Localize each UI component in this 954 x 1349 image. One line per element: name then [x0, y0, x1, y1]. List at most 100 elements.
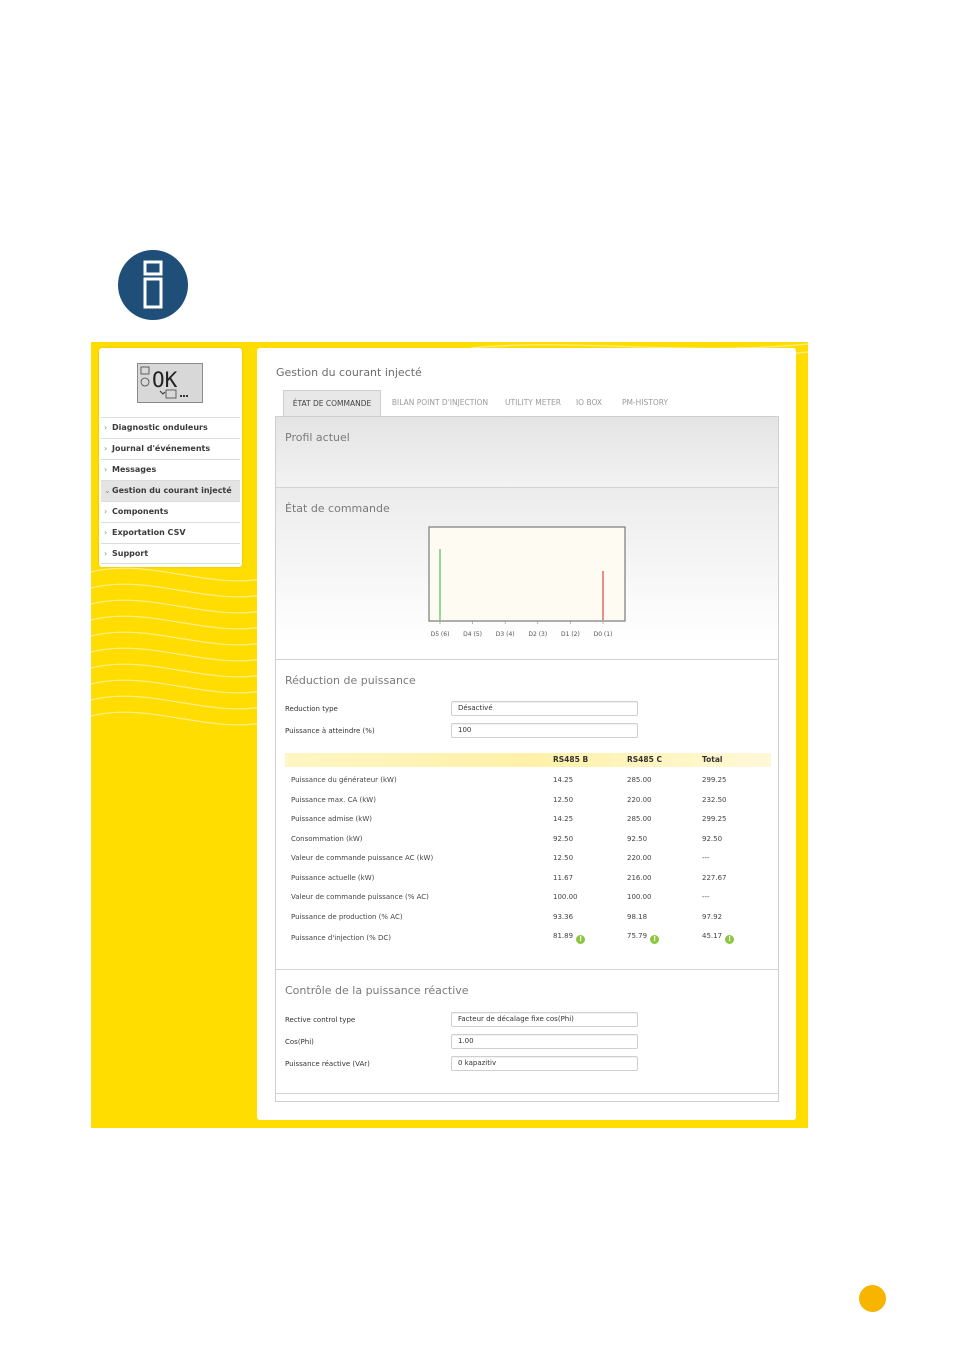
chevron-right-icon: › — [104, 465, 108, 474]
target-power-field[interactable]: 100 — [451, 723, 638, 738]
section-title: Réduction de puissance — [285, 674, 416, 687]
sidebar-item-export[interactable]: › Exportation CSV — [101, 522, 240, 543]
main-content: Gestion du courant injecté ÉTAT DE COMMA… — [257, 348, 796, 1120]
sidebar-item-diagnostic[interactable]: › Diagnostic onduleurs — [101, 417, 240, 438]
row-label: Puissance d'injection (% DC) — [291, 934, 391, 942]
tab-panel: Profil actuel État de commande D5 (6) D4 … — [275, 416, 779, 1102]
sidebar-item-components[interactable]: › Components — [101, 501, 240, 522]
warning-icon[interactable]: ! — [576, 935, 586, 944]
tab-utility-meter[interactable]: UTILITY METER — [501, 390, 565, 416]
sidebar: OK › Diagnostic onduleurs › Journal d'évén… — [99, 348, 242, 567]
cell-total: 299.25 — [702, 776, 727, 784]
control-state-chart: D5 (6) D4 (5) D3 (4) D2 (3) D1 (2) D0 (1) — [428, 526, 626, 638]
table-row: Consommation (kW) 92.50 92.50 92.50 — [285, 830, 771, 848]
cell-value: 75.79 — [627, 932, 648, 940]
cell-value: 81.89 — [553, 932, 574, 940]
sidebar-item-label: Support — [112, 549, 149, 558]
cell-rs485b: 14.25 — [553, 815, 574, 823]
row-label: Puissance de production (% AC) — [291, 913, 403, 921]
page-marker — [859, 1285, 886, 1312]
column-header-rs485b: RS485 B — [553, 755, 589, 764]
tab-bilan-point-injection[interactable]: BILAN POINT D'INJECTION — [387, 390, 493, 416]
sidebar-item-label: Journal d'événements — [112, 444, 211, 453]
cell-total: --- — [702, 893, 710, 901]
chevron-right-icon: › — [104, 528, 108, 537]
chevron-right-icon: › — [104, 444, 108, 453]
reactive-type-label: Rective control type — [285, 1016, 356, 1024]
table-row: Puissance actuelle (kW) 11.67 216.00 227… — [285, 869, 771, 887]
chart-tick-label: D2 (3) — [528, 631, 547, 638]
section-reduction: Réduction de puissance Reduction type Dé… — [276, 660, 778, 970]
chart-tick-label: D1 (2) — [561, 631, 580, 638]
cell-rs485b: 100.00 — [553, 893, 578, 901]
section-title: Profil actuel — [285, 431, 350, 444]
cell-rs485b: 81.89! — [553, 927, 586, 945]
sidebar-item-messages[interactable]: › Messages — [101, 459, 240, 480]
cell-rs485b: 92.50 — [553, 835, 574, 843]
cell-rs485c: 285.00 — [627, 815, 652, 823]
cell-rs485c: 75.79! — [627, 927, 660, 945]
table-row: Valeur de commande puissance AC (kW) 12.… — [285, 849, 771, 867]
cell-rs485c: 220.00 — [627, 854, 652, 862]
cell-total: 232.50 — [702, 796, 727, 804]
sidebar-item-label: Exportation CSV — [112, 528, 186, 537]
cell-total: 45.17! — [702, 927, 735, 945]
cos-phi-field[interactable]: 1.00 — [451, 1034, 638, 1049]
row-label: Valeur de commande puissance (% AC) — [291, 893, 429, 901]
row-label: Puissance admise (kW) — [291, 815, 372, 823]
cell-rs485c: 285.00 — [627, 776, 652, 784]
chevron-right-icon: › — [104, 549, 108, 558]
reduction-type-label: Reduction type — [285, 705, 338, 713]
sidebar-menu: › Diagnostic onduleurs › Journal d'événeme… — [101, 417, 240, 564]
info-icon — [118, 250, 188, 320]
cell-rs485c: 220.00 — [627, 796, 652, 804]
row-label: Consommation (kW) — [291, 835, 363, 843]
section-reactive: Contrôle de la puissance réactive Rectiv… — [276, 970, 778, 1094]
chart-tick-label: D5 (6) — [431, 631, 450, 638]
row-label: Puissance max. CA (kW) — [291, 796, 376, 804]
warning-icon[interactable]: ! — [725, 935, 735, 944]
cell-rs485c: 100.00 — [627, 893, 652, 901]
table-header: RS485 B RS485 C Total — [285, 753, 771, 767]
section-title: Contrôle de la puissance réactive — [285, 984, 469, 997]
cell-rs485b: 11.67 — [553, 874, 574, 882]
cell-rs485b: 93.36 — [553, 913, 574, 921]
cos-phi-label: Cos(Phi) — [285, 1038, 314, 1046]
warning-icon[interactable]: ! — [650, 935, 660, 944]
section-profil: Profil actuel — [276, 417, 778, 488]
sidebar-item-journal[interactable]: › Journal d'événements — [101, 438, 240, 459]
table-row: Puissance admise (kW) 14.25 285.00 299.2… — [285, 810, 771, 828]
sidebar-item-label: Components — [112, 507, 169, 516]
cell-total: 227.67 — [702, 874, 727, 882]
reactive-power-label: Puissance réactive (VAr) — [285, 1060, 370, 1068]
table-row: Puissance du générateur (kW) 14.25 285.0… — [285, 771, 771, 789]
lcd-ok-text: OK — [152, 368, 178, 392]
tab-bar: ÉTAT DE COMMANDE BILAN POINT D'INJECTION… — [283, 390, 779, 416]
chevron-right-icon: › — [104, 423, 108, 432]
chevron-down-icon: ⌄ — [104, 486, 111, 495]
cell-rs485c: 92.50 — [627, 835, 648, 843]
row-label: Valeur de commande puissance AC (kW) — [291, 854, 434, 862]
column-header-rs485c: RS485 C — [627, 755, 662, 764]
table-row: Puissance de production (% AC) 93.36 98.… — [285, 908, 771, 926]
row-label: Puissance du générateur (kW) — [291, 776, 397, 784]
section-etat: État de commande D5 (6) D4 (5) D3 (4) D2 (3… — [276, 488, 778, 660]
tab-etat-de-commande[interactable]: ÉTAT DE COMMANDE — [283, 390, 381, 416]
chart-tick-label: D0 (1) — [594, 631, 613, 638]
cell-total: 92.50 — [702, 835, 723, 843]
chevron-right-icon: › — [104, 507, 108, 516]
sidebar-item-gestion[interactable]: ⌄Gestion du courant injecté — [101, 480, 240, 501]
sidebar-item-label: Diagnostic onduleurs — [112, 423, 208, 432]
tab-io-box[interactable]: IO BOX — [573, 390, 605, 416]
tab-pm-history[interactable]: PM-HISTORY — [617, 390, 673, 416]
reactive-type-field[interactable]: Facteur de décalage fixe cos(Phi) — [451, 1012, 638, 1027]
chart-frame — [428, 526, 626, 622]
reduction-type-field[interactable]: Désactivé — [451, 701, 638, 716]
cell-total: 299.25 — [702, 815, 727, 823]
target-power-label: Puissance à atteindre (%) — [285, 727, 375, 735]
cell-value: 45.17 — [702, 932, 723, 940]
chart-tick-label: D3 (4) — [496, 631, 515, 638]
reactive-power-field[interactable]: 0 kapazitiv — [451, 1056, 638, 1071]
sidebar-item-support[interactable]: › Support — [101, 543, 240, 564]
cell-rs485c: 98.18 — [627, 913, 648, 921]
